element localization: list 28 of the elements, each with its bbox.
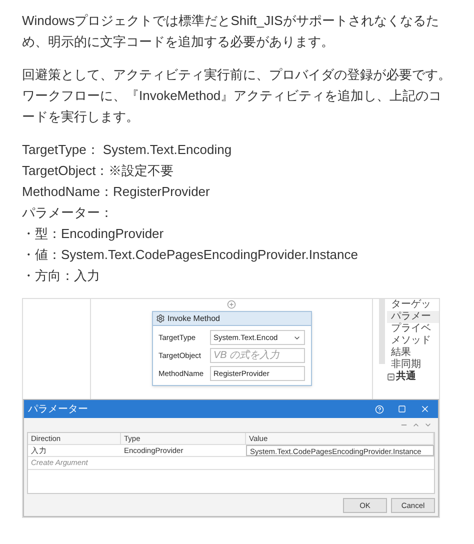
property-item[interactable]: プライベ [387, 323, 439, 335]
setting-line: ・値：System.Text.CodePagesEncodingProvider.Instance [22, 246, 358, 264]
dialog-title: パラメーター [28, 402, 88, 416]
collapse-icon[interactable] [387, 373, 395, 381]
help-icon[interactable] [375, 404, 384, 414]
paragraph: Windowsプロジェクトでは標準だとShift_JISがサポートされなくなるため、明示的に文字コードを追加する必要があります。 [22, 12, 440, 51]
activity-title: Invoke Method [168, 312, 220, 324]
up-icon[interactable] [412, 421, 420, 429]
setting-line: TargetType： System.Text.Encoding [22, 141, 232, 159]
add-icon[interactable] [227, 300, 236, 309]
setting-line: MethodName：RegisterProvider [22, 183, 210, 201]
paragraph: 回避策として、アクティビティ実行前に、プロバイダの登録が必要です。ワークフローに、『InvokeMethod』アクティビティを追加し、上記のコードを実行します。 [22, 66, 452, 126]
setting-line: パラメーター： [22, 204, 113, 222]
setting-line: ・型：EncodingProvider [22, 225, 164, 243]
property-item[interactable]: メソッド [387, 335, 439, 347]
down-icon[interactable] [424, 421, 432, 429]
group-label: 共通 [396, 371, 416, 383]
gear-icon [156, 314, 164, 323]
property-item[interactable]: ターゲッ [387, 299, 439, 311]
property-item[interactable]: パラメー [387, 311, 439, 323]
setting-line: TargetObject：※設定不要 [22, 162, 174, 180]
maximize-icon[interactable] [398, 405, 406, 413]
scrollbar-thumb[interactable] [379, 299, 385, 364]
property-item[interactable]: 非同期 [387, 359, 439, 371]
property-item[interactable]: 結果 [387, 347, 439, 359]
close-icon[interactable] [420, 404, 430, 414]
input-field[interactable]: VB の式を入力 [210, 348, 304, 363]
setting-line: ・方向：入力 [22, 267, 100, 285]
